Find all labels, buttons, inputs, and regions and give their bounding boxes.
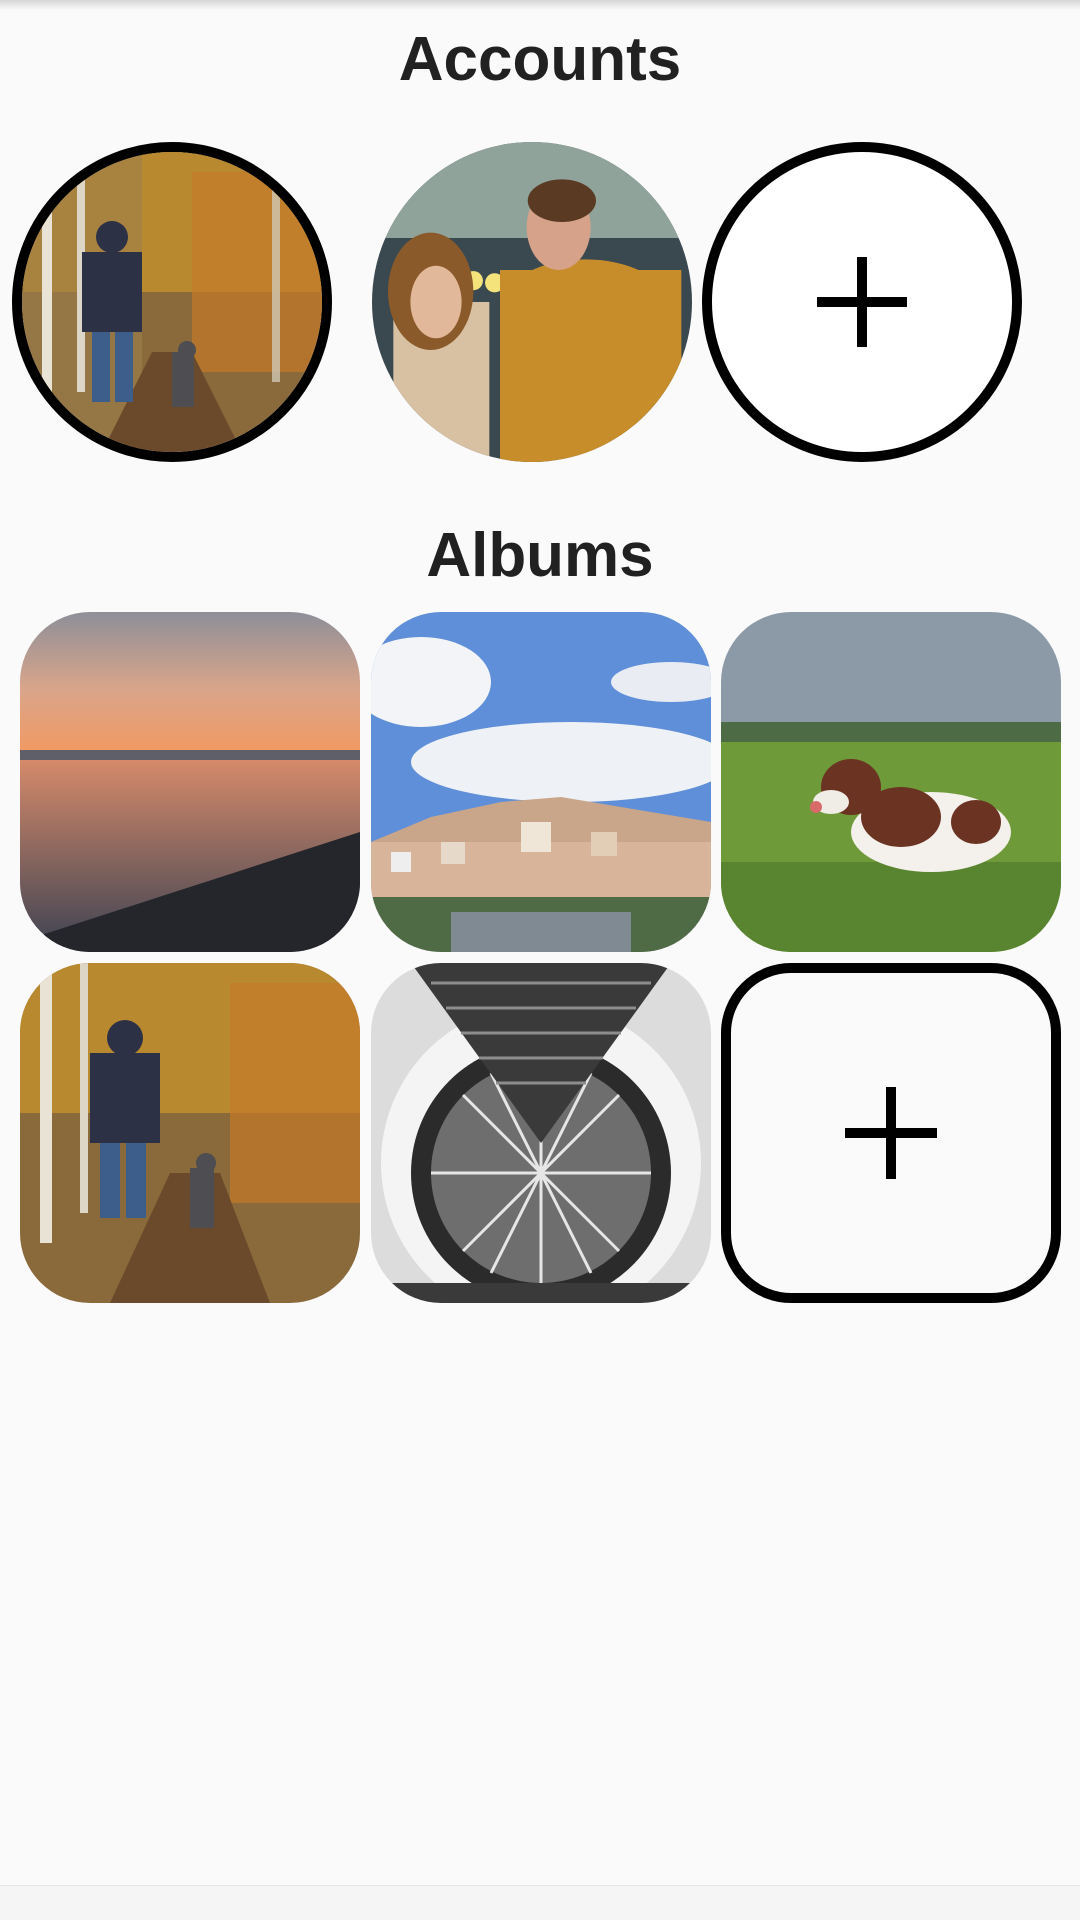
bottom-system-bar (0, 1885, 1080, 1920)
album-tile[interactable] (371, 612, 711, 952)
plus-icon (845, 1087, 937, 1179)
plus-icon (817, 257, 907, 347)
album-tile[interactable] (20, 612, 360, 952)
status-bar-shadow (0, 0, 1080, 10)
album-photo-sunset-lake (20, 612, 360, 952)
album-photo-spaniel (721, 612, 1061, 952)
album-tile[interactable] (371, 963, 711, 1303)
album-photo-forest-walk (20, 963, 360, 1303)
account-avatar-selected[interactable] (12, 142, 332, 462)
album-photo-glass-dome (371, 963, 711, 1303)
account-avatar[interactable] (372, 142, 692, 462)
add-account-button[interactable] (702, 142, 1022, 462)
albums-title: Albums (426, 521, 654, 590)
album-tile[interactable] (721, 612, 1061, 952)
avatar-photo-forest-walk (22, 152, 322, 452)
album-photo-hillside-city (371, 612, 711, 952)
avatar-photo-couple (372, 142, 692, 462)
add-album-button[interactable] (721, 963, 1061, 1303)
album-tile[interactable] (20, 963, 360, 1303)
accounts-title: Accounts (398, 25, 682, 94)
